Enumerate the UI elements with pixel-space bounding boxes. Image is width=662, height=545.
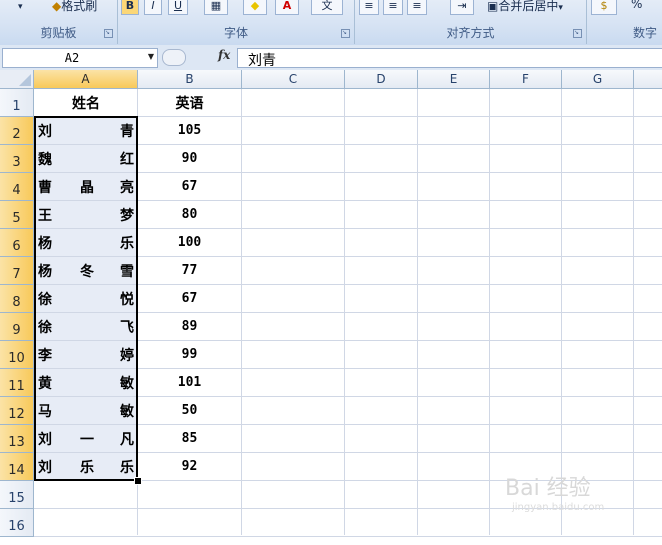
- ribbon: ▾ ◆格式刷 剪贴板 ↘ B I U ▦ ◆ A 文 字体 ↘ ≡ ≡ ≡ ⇥ …: [0, 0, 662, 46]
- column-header-c[interactable]: C: [242, 70, 345, 89]
- indent-icon: ⇥: [457, 0, 467, 12]
- formula-bar: A2 ▼ fx 刘青: [0, 45, 662, 71]
- row-header-5[interactable]: 5: [0, 201, 34, 229]
- column-header-f[interactable]: F: [490, 70, 562, 89]
- row-header-1[interactable]: 1: [0, 89, 34, 117]
- row-header-2[interactable]: 2: [0, 117, 34, 145]
- row-header-11[interactable]: 11: [0, 369, 34, 397]
- align-right-icon: ≡: [412, 0, 422, 12]
- underline-button[interactable]: U: [168, 0, 188, 15]
- score-cell[interactable]: 67: [138, 285, 241, 313]
- italic-button[interactable]: I: [144, 0, 162, 15]
- row-header-6[interactable]: 6: [0, 229, 34, 257]
- clipboard-group: ▾ ◆格式刷 剪贴板 ↘: [0, 0, 118, 44]
- border-icon: ▦: [210, 0, 222, 12]
- resize-handle-icon[interactable]: [162, 49, 186, 66]
- score-cell[interactable]: 67: [138, 173, 241, 201]
- format-painter-button[interactable]: ◆格式刷: [52, 0, 97, 14]
- currency-button[interactable]: $: [591, 0, 617, 15]
- row-header-7[interactable]: 7: [0, 257, 34, 285]
- cell-a1[interactable]: 姓名: [35, 89, 137, 117]
- dialog-launcher-icon[interactable]: ↘: [104, 29, 113, 38]
- score-cell[interactable]: 89: [138, 313, 241, 341]
- row-header-16[interactable]: 16: [0, 509, 34, 537]
- phonetic-icon: 文: [321, 0, 333, 12]
- formula-input[interactable]: 刘青: [237, 48, 662, 69]
- column-header-d[interactable]: D: [345, 70, 418, 89]
- watermark-url: jingyan.baidu.com: [512, 502, 605, 513]
- score-cell[interactable]: 100: [138, 229, 241, 257]
- name-box-value: A2: [64, 51, 80, 65]
- dialog-launcher-icon[interactable]: ↘: [573, 29, 582, 38]
- row-header-3[interactable]: 3: [0, 145, 34, 173]
- currency-icon: $: [600, 0, 608, 12]
- score-cell[interactable]: 99: [138, 341, 241, 369]
- column-header-a[interactable]: A: [34, 70, 138, 89]
- fill-handle[interactable]: [134, 477, 142, 485]
- row-header-14[interactable]: 14: [0, 453, 34, 481]
- percent-button[interactable]: %: [631, 0, 642, 11]
- score-cell[interactable]: 80: [138, 201, 241, 229]
- score-cell[interactable]: 105: [138, 117, 241, 145]
- alignment-group: ≡ ≡ ≡ ⇥ ▣合并后居中▾ 对齐方式 ↘: [355, 0, 587, 44]
- column-header-h[interactable]: [634, 70, 662, 89]
- phonetic-button[interactable]: 文: [311, 0, 343, 15]
- dialog-launcher-icon[interactable]: ↘: [341, 29, 350, 38]
- row-header-12[interactable]: 12: [0, 397, 34, 425]
- align-left-icon: ≡: [364, 0, 374, 12]
- row-header-13[interactable]: 13: [0, 425, 34, 453]
- paint-bucket-icon: ◆: [250, 0, 260, 12]
- score-cell[interactable]: 77: [138, 257, 241, 285]
- row-header-8[interactable]: 8: [0, 285, 34, 313]
- cell-b1[interactable]: 英语: [138, 89, 241, 117]
- selection-range[interactable]: [34, 116, 138, 481]
- border-button[interactable]: ▦: [204, 0, 228, 15]
- score-cell[interactable]: 90: [138, 145, 241, 173]
- row-header-15[interactable]: 15: [0, 481, 34, 509]
- group-label-font: 字体: [223, 26, 248, 40]
- fill-color-button[interactable]: ◆: [243, 0, 267, 15]
- font-color-button[interactable]: A: [275, 0, 299, 15]
- score-cell[interactable]: 92: [138, 453, 241, 481]
- insert-function-button[interactable]: fx: [218, 48, 230, 62]
- name-box[interactable]: A2 ▼: [2, 48, 158, 68]
- column-header-g[interactable]: G: [562, 70, 634, 89]
- bold-button[interactable]: B: [121, 0, 139, 15]
- number-group: $ % 数字: [587, 0, 662, 44]
- dropdown-arrow-icon: ▾: [558, 3, 563, 13]
- merge-icon: ▣: [487, 0, 499, 13]
- baidu-watermark: Bai 经验: [505, 476, 591, 501]
- row-header-10[interactable]: 10: [0, 341, 34, 369]
- row-header-4[interactable]: 4: [0, 173, 34, 201]
- group-label-clipboard: 剪贴板: [40, 26, 77, 40]
- merge-center-button[interactable]: ▣合并后居中▾: [487, 0, 563, 14]
- score-cell[interactable]: 50: [138, 397, 241, 425]
- score-cell[interactable]: 101: [138, 369, 241, 397]
- align-right-button[interactable]: ≡: [407, 0, 427, 15]
- dropdown-arrow-icon[interactable]: ▾: [18, 2, 23, 12]
- grid-line: [34, 536, 662, 537]
- score-cell[interactable]: 85: [138, 425, 241, 453]
- select-all-icon: [19, 74, 31, 86]
- column-header-e[interactable]: E: [418, 70, 490, 89]
- indent-button[interactable]: ⇥: [450, 0, 474, 15]
- group-label-number: 数字: [633, 26, 658, 40]
- brush-icon: ◆: [52, 0, 62, 13]
- align-left-button[interactable]: ≡: [359, 0, 379, 15]
- chevron-down-icon[interactable]: ▼: [148, 52, 154, 61]
- align-center-button[interactable]: ≡: [383, 0, 403, 15]
- select-all-button[interactable]: [0, 70, 34, 89]
- group-label-alignment: 对齐方式: [446, 26, 495, 40]
- formula-buttons: fx: [160, 48, 236, 66]
- formula-value: 刘青: [248, 53, 276, 69]
- column-header-b[interactable]: B: [138, 70, 242, 89]
- font-group: B I U ▦ ◆ A 文 字体 ↘: [118, 0, 355, 44]
- spreadsheet-grid: A B C D E F G 1 2 3 4 5 6 7 8 9 10 11 12 13 14 15 16 姓名…: [0, 70, 662, 537]
- row-header-9[interactable]: 9: [0, 313, 34, 341]
- align-center-icon: ≡: [388, 0, 398, 12]
